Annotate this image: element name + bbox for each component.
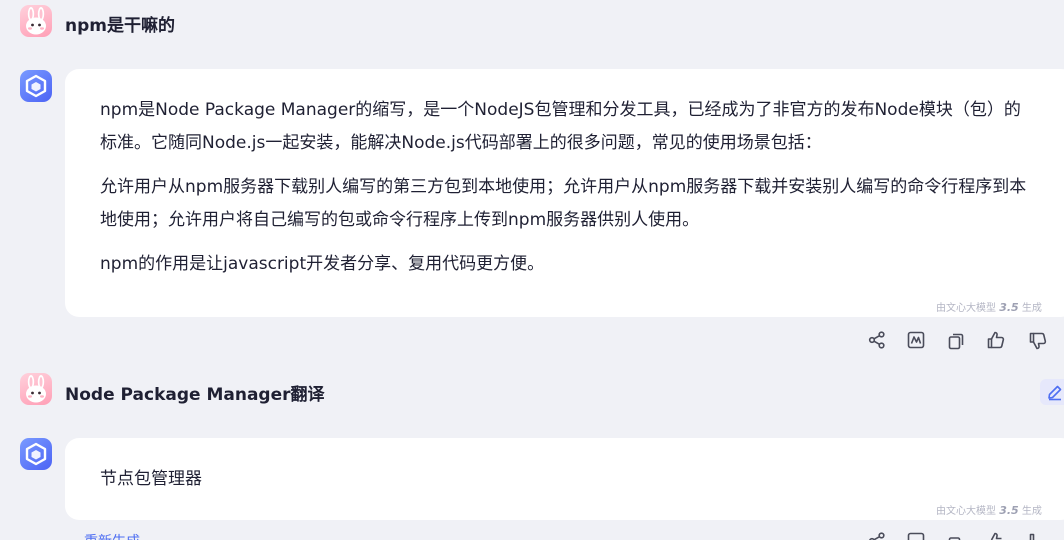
bot-avatar-icon: [20, 70, 52, 102]
thumbs-down-icon[interactable]: [1027, 330, 1049, 352]
user-question-1: npm是干嘛的: [65, 16, 175, 36]
share-icon[interactable]: [866, 530, 888, 540]
answer-bubble-1: npm是Node Package Manager的缩写，是一个NodeJS包管理…: [65, 69, 1064, 317]
answer-text: 节点包管理器: [100, 469, 202, 489]
answer-bubble-2: 节点包管理器: [65, 438, 1064, 520]
edit-question-button[interactable]: [1040, 379, 1064, 405]
copy-icon[interactable]: [945, 531, 967, 540]
user-avatar-icon: [20, 5, 52, 37]
bot-avatar-icon: [20, 438, 52, 470]
chart-icon[interactable]: [905, 530, 927, 540]
share-icon[interactable]: [866, 329, 888, 351]
thumbs-up-icon[interactable]: [985, 530, 1007, 540]
thumbs-down-icon[interactable]: [1027, 531, 1049, 540]
regenerate-button[interactable]: 重新生成: [84, 531, 140, 540]
thumbs-up-icon[interactable]: [985, 329, 1007, 351]
answer-paragraph: 允许用户从npm服务器下载别人编写的第三方包到本地使用；允许用户从npm服务器下…: [100, 177, 1027, 230]
user-avatar-icon: [20, 373, 52, 405]
chart-icon[interactable]: [905, 329, 927, 351]
generated-by-tag: 由文心大模型 3.5 生成: [936, 504, 1042, 517]
copy-icon[interactable]: [945, 330, 967, 352]
user-question-2: Node Package Manager翻译: [65, 385, 325, 405]
generated-by-tag: 由文心大模型 3.5 生成: [936, 301, 1042, 314]
edit-pencil-icon: [1048, 385, 1062, 401]
answer-paragraph: npm是Node Package Manager的缩写，是一个NodeJS包管理…: [100, 100, 1021, 153]
answer-paragraph: npm的作用是让javascript开发者分享、复用代码更方便。: [100, 254, 545, 274]
